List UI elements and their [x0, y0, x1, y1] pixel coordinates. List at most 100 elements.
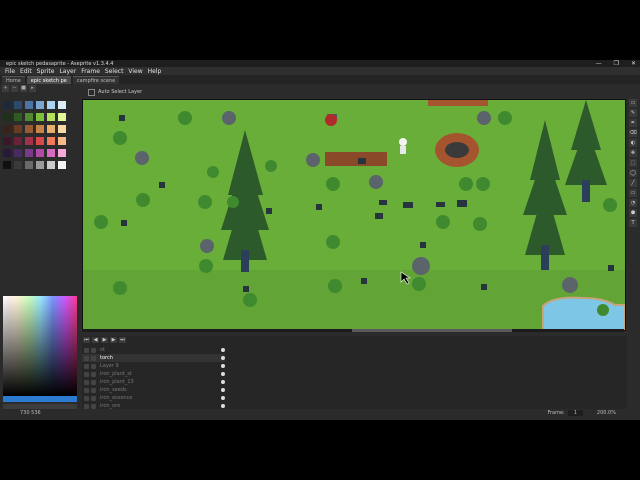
- layer-row[interactable]: Layer 9: [82, 362, 225, 370]
- eyedropper-tool-icon[interactable]: ◐: [629, 139, 637, 147]
- lock-icon[interactable]: [91, 363, 96, 369]
- eye-icon[interactable]: [84, 395, 89, 401]
- palette-swatch[interactable]: [14, 125, 22, 133]
- rectangle-tool-icon[interactable]: ▭: [629, 189, 637, 197]
- cel-dot[interactable]: [221, 404, 225, 408]
- maximize-button[interactable]: ❐: [614, 60, 619, 67]
- menu-help[interactable]: Help: [148, 68, 162, 75]
- lock-icon[interactable]: [91, 355, 96, 361]
- cel-dot[interactable]: [221, 348, 225, 352]
- layer-row[interactable]: iron_plant_st: [82, 370, 225, 378]
- palette-add-button[interactable]: +: [2, 85, 9, 92]
- first-frame-button[interactable]: ⏮: [83, 337, 90, 343]
- lock-icon[interactable]: [91, 395, 96, 401]
- palette-swatch[interactable]: [47, 161, 55, 169]
- hue-slider[interactable]: [3, 396, 77, 402]
- palette-swatch[interactable]: [36, 161, 44, 169]
- eye-icon[interactable]: [84, 355, 89, 361]
- eye-icon[interactable]: [84, 371, 89, 377]
- palette-swatch[interactable]: [25, 125, 33, 133]
- eye-icon[interactable]: [84, 379, 89, 385]
- menu-file[interactable]: File: [5, 68, 15, 75]
- cel-dot[interactable]: [221, 396, 225, 400]
- palette-options-button[interactable]: ■: [20, 85, 27, 92]
- palette-swatch[interactable]: [3, 101, 11, 109]
- palette-swatch[interactable]: [36, 149, 44, 157]
- lock-icon[interactable]: [91, 371, 96, 377]
- lock-icon[interactable]: [91, 347, 96, 353]
- close-button[interactable]: ✕: [631, 60, 636, 67]
- lock-icon[interactable]: [91, 387, 96, 393]
- pencil-tool-icon[interactable]: ✎: [629, 109, 637, 117]
- palette-swatch[interactable]: [14, 113, 22, 121]
- palette-swatch[interactable]: [36, 101, 44, 109]
- ellipse-tool-icon[interactable]: ◯: [629, 169, 637, 177]
- line-tool-icon[interactable]: ╱: [629, 179, 637, 187]
- palette-swatch[interactable]: [3, 149, 11, 157]
- palette-swatch[interactable]: [36, 113, 44, 121]
- layer-row[interactable]: iron_plant_13: [82, 378, 225, 386]
- tab-home[interactable]: Home: [2, 76, 25, 84]
- last-frame-button[interactable]: ⏭: [119, 337, 126, 343]
- lock-icon[interactable]: [91, 379, 96, 385]
- menu-view[interactable]: View: [128, 68, 142, 75]
- palette-swatch[interactable]: [58, 137, 66, 145]
- menu-sprite[interactable]: Sprite: [37, 68, 55, 75]
- layer-row[interactable]: ot: [82, 346, 225, 354]
- palette-swatch[interactable]: [47, 125, 55, 133]
- eye-icon[interactable]: [84, 363, 89, 369]
- layer-row[interactable]: iron_seeds: [82, 386, 225, 394]
- palette-swatch[interactable]: [14, 149, 22, 157]
- play-button[interactable]: ▶: [101, 337, 108, 343]
- palette-menu-button[interactable]: ▸: [29, 85, 36, 92]
- palette-swatch[interactable]: [36, 137, 44, 145]
- tab-epic-sketch[interactable]: epic sketch pe: [26, 76, 71, 84]
- eye-icon[interactable]: [84, 347, 89, 353]
- cel-dot[interactable]: [221, 388, 225, 392]
- next-frame-button[interactable]: ▶: [110, 337, 117, 343]
- menu-edit[interactable]: Edit: [20, 68, 32, 75]
- frame-input[interactable]: 1: [567, 410, 583, 416]
- menu-select[interactable]: Select: [105, 68, 124, 75]
- layer-row-selected[interactable]: torch: [82, 354, 225, 362]
- palette-swatch[interactable]: [3, 125, 11, 133]
- cel-dot[interactable]: [221, 380, 225, 384]
- color-picker-spectrum[interactable]: [3, 296, 77, 396]
- palette-swatch[interactable]: [3, 161, 11, 169]
- text-tool-icon[interactable]: T: [629, 219, 637, 227]
- auto-select-checkbox[interactable]: [88, 88, 95, 96]
- eye-icon[interactable]: [84, 403, 89, 409]
- palette-swatch[interactable]: [14, 161, 22, 169]
- fill-tool-icon[interactable]: ⬚: [629, 159, 637, 167]
- move-tool-icon[interactable]: ✥: [629, 149, 637, 157]
- cel-dot[interactable]: [221, 356, 225, 360]
- palette-swatch[interactable]: [58, 113, 66, 121]
- palette-remove-button[interactable]: −: [11, 85, 18, 92]
- zoom-level[interactable]: 200.0%: [597, 410, 616, 416]
- palette-swatch[interactable]: [58, 125, 66, 133]
- menu-layer[interactable]: Layer: [59, 68, 76, 75]
- scrollbar-thumb[interactable]: [352, 329, 512, 332]
- palette-swatch[interactable]: [25, 137, 33, 145]
- palette-swatch[interactable]: [14, 137, 22, 145]
- lock-icon[interactable]: [91, 403, 96, 409]
- palette-swatch[interactable]: [36, 125, 44, 133]
- palette-swatch[interactable]: [25, 101, 33, 109]
- tab-campfire-scene[interactable]: campfire scene: [72, 76, 120, 84]
- palette-swatch[interactable]: [58, 149, 66, 157]
- eye-icon[interactable]: [84, 387, 89, 393]
- eraser-tool-icon[interactable]: ⌫: [629, 129, 637, 137]
- menu-frame[interactable]: Frame: [81, 68, 100, 75]
- marquee-tool-icon[interactable]: ▭: [629, 99, 637, 107]
- cel-dot[interactable]: [221, 364, 225, 368]
- canvas-horizontal-scrollbar[interactable]: [82, 329, 624, 332]
- palette-swatch[interactable]: [3, 113, 11, 121]
- slice-tool-icon[interactable]: ⬟: [629, 209, 637, 217]
- palette-swatch[interactable]: [58, 101, 66, 109]
- prev-frame-button[interactable]: ◀: [92, 337, 99, 343]
- palette-swatch[interactable]: [47, 113, 55, 121]
- sprite-canvas[interactable]: [82, 99, 626, 331]
- palette-swatch[interactable]: [47, 101, 55, 109]
- blur-tool-icon[interactable]: ◔: [629, 199, 637, 207]
- layer-row[interactable]: iron_essence: [82, 394, 225, 402]
